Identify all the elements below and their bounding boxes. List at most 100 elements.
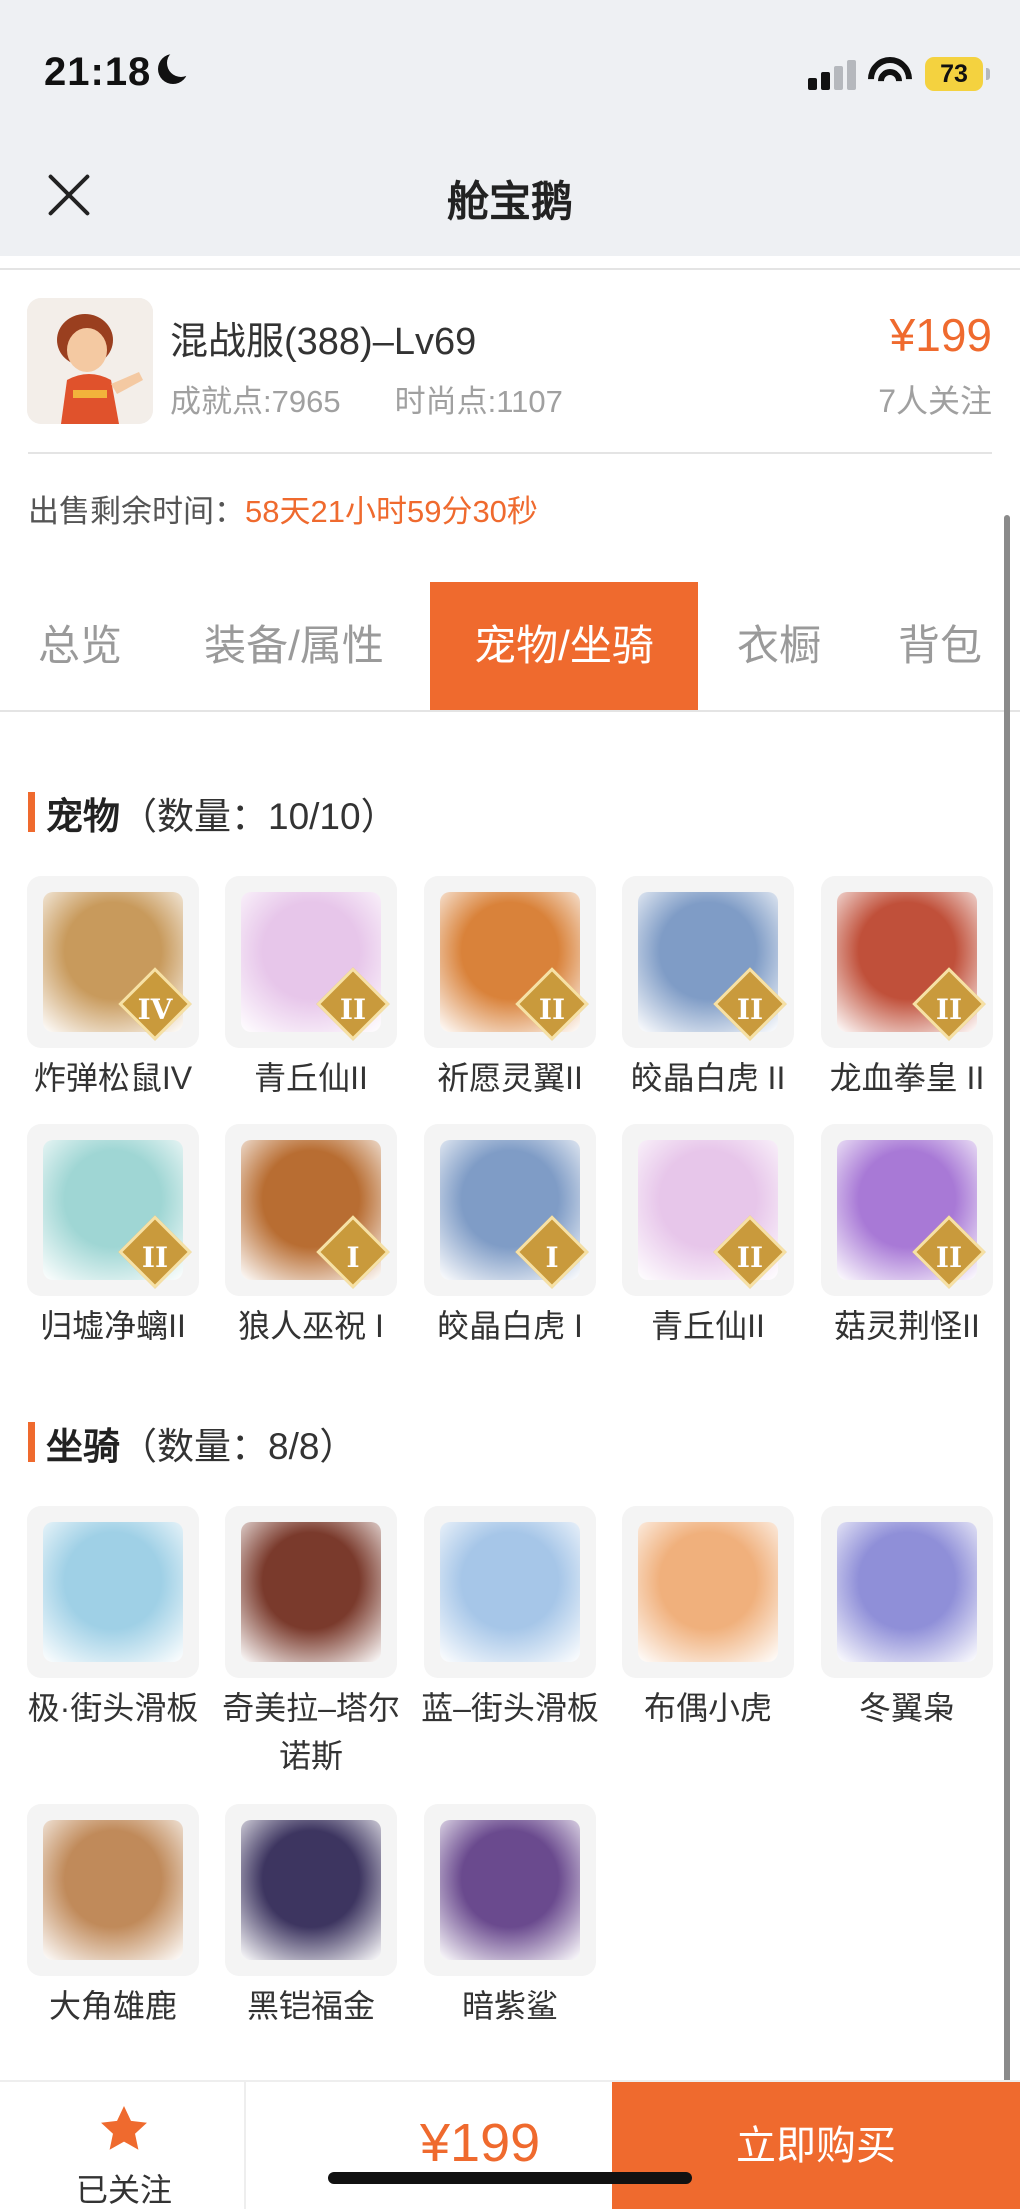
- pet-thumbnail: II: [424, 876, 596, 1048]
- battery-indicator: 73: [925, 57, 990, 91]
- home-indicator: [328, 2172, 692, 2184]
- divider: [244, 2082, 246, 2209]
- pet-thumbnail: I: [424, 1124, 596, 1296]
- achievement-points: 成就点:7965: [170, 384, 341, 419]
- buy-now-button[interactable]: 立即购买: [612, 2082, 1020, 2209]
- character-avatar: [27, 298, 153, 424]
- pet-thumbnail: I: [225, 1124, 397, 1296]
- page-title: 舱宝鹅: [446, 178, 573, 225]
- mount-name: 极·街头滑板: [27, 1690, 199, 1726]
- rank-badge-text: II: [339, 993, 367, 1026]
- mount-item[interactable]: 布偶小虎: [622, 1506, 794, 1732]
- follow-button[interactable]: 已关注: [70, 2102, 178, 2209]
- pet-item[interactable]: II 青丘仙II: [225, 876, 397, 1102]
- pet-item[interactable]: I 皎晶白虎 I: [424, 1124, 596, 1350]
- mount-name: 冬翼枭: [858, 1690, 955, 1726]
- mount-item[interactable]: 蓝–街头滑板: [421, 1506, 599, 1732]
- product-name: 混战服(388)–Lv69: [170, 321, 477, 363]
- mount-thumbnail: [27, 1804, 199, 1976]
- tab-backpack[interactable]: 背包: [870, 582, 1010, 710]
- pet-item[interactable]: II 皎晶白虎 II: [622, 876, 794, 1102]
- tab-equipment[interactable]: 装备/属性: [176, 582, 412, 710]
- pets-title: 宠物: [46, 796, 120, 837]
- remaining-time-label: 出售剩余时间：: [28, 494, 245, 529]
- mount-item[interactable]: 奇美拉–塔尔诺斯: [222, 1506, 400, 1780]
- pet-item[interactable]: II 祈愿灵翼II: [424, 876, 596, 1102]
- mount-item[interactable]: 大角雄鹿: [27, 1804, 199, 2030]
- mounts-section-title: 坐骑（数量：8/8）: [28, 1416, 356, 1470]
- divider: [0, 268, 1020, 270]
- creature-art: [43, 1820, 183, 1960]
- rank-badge-text: II: [141, 1241, 169, 1274]
- mounts-title: 坐骑: [46, 1426, 120, 1467]
- rank-badge-text: II: [736, 993, 764, 1026]
- star-icon: [101, 2106, 147, 2150]
- pet-name: 菇灵荆怪II: [834, 1308, 980, 1344]
- pet-name: 皎晶白虎 I: [437, 1308, 583, 1344]
- rank-badge-text: II: [538, 993, 566, 1026]
- pet-name: 龙血拳皇 II: [829, 1060, 985, 1096]
- pet-item[interactable]: II 龙血拳皇 II: [821, 876, 993, 1102]
- rank-badge-text: IV: [137, 993, 173, 1026]
- creature-art: [440, 1522, 580, 1662]
- tab-underline: [0, 710, 1020, 712]
- follower-count: 7人关注: [878, 383, 992, 419]
- pet-thumbnail: IV: [27, 876, 199, 1048]
- pet-thumbnail: II: [622, 1124, 794, 1296]
- divider: [28, 452, 992, 454]
- pet-thumbnail: II: [821, 876, 993, 1048]
- pet-name: 狼人巫祝 I: [238, 1308, 384, 1344]
- mount-name: 布偶小虎: [643, 1690, 772, 1726]
- mount-name: 暗紫鲨: [461, 1988, 558, 2024]
- mount-thumbnail: [424, 1506, 596, 1678]
- creature-art: [837, 1522, 977, 1662]
- fashion-points: 时尚点:1107: [394, 384, 563, 419]
- pet-name: 青丘仙II: [651, 1308, 765, 1344]
- pet-name: 青丘仙II: [254, 1060, 368, 1096]
- header-area: 21:18 73 舱宝鹅: [0, 0, 1020, 256]
- mount-thumbnail: [424, 1804, 596, 1976]
- mount-thumbnail: [27, 1506, 199, 1678]
- rank-badge-text: II: [935, 1241, 963, 1274]
- mount-item[interactable]: 冬翼枭: [821, 1506, 993, 1732]
- pet-thumbnail: II: [821, 1124, 993, 1296]
- tab-overview[interactable]: 总览: [0, 582, 160, 710]
- pet-thumbnail: II: [622, 876, 794, 1048]
- pet-item[interactable]: II 归墟净螭II: [27, 1124, 199, 1350]
- bottom-bar: 已关注 ¥199 立即购买: [0, 2080, 1020, 2209]
- mount-name: 奇美拉–塔尔诺斯: [222, 1690, 400, 1774]
- pet-thumbnail: II: [225, 876, 397, 1048]
- pet-item[interactable]: II 菇灵荆怪II: [821, 1124, 993, 1350]
- mount-thumbnail: [225, 1506, 397, 1678]
- pet-name: 皎晶白虎 II: [630, 1060, 786, 1096]
- pets-section-title: 宠物（数量：10/10）: [28, 786, 398, 840]
- rank-badge-text: I: [346, 1241, 360, 1274]
- mount-item[interactable]: 暗紫鲨: [424, 1804, 596, 2030]
- mount-item[interactable]: 黑铠福金: [225, 1804, 397, 2030]
- pet-item[interactable]: I 狼人巫祝 I: [225, 1124, 397, 1350]
- pet-name: 归墟净螭II: [40, 1308, 186, 1344]
- pet-item[interactable]: IV 炸弹松鼠IV: [27, 876, 199, 1102]
- pet-item[interactable]: II 青丘仙II: [622, 1124, 794, 1350]
- rank-badge-text: II: [935, 993, 963, 1026]
- mount-thumbnail: [821, 1506, 993, 1678]
- mounts-count: （数量：8/8）: [120, 1426, 357, 1467]
- product-price: ¥199: [889, 309, 992, 361]
- moon-icon: [158, 49, 195, 84]
- rank-badge-text: II: [736, 1241, 764, 1274]
- remaining-time: 出售剩余时间：58天21小时59分30秒: [28, 486, 538, 531]
- follow-label: 已关注: [75, 2172, 172, 2208]
- creature-art: [43, 1522, 183, 1662]
- creature-art: [241, 1522, 381, 1662]
- bottom-price: ¥199: [420, 2113, 541, 2173]
- mount-thumbnail: [225, 1804, 397, 1976]
- wifi-icon: [868, 55, 912, 91]
- product-stats: 成就点:7965 时尚点:1107: [170, 376, 563, 421]
- tab-wardrobe[interactable]: 衣橱: [716, 582, 842, 710]
- pet-thumbnail: II: [27, 1124, 199, 1296]
- tab-bar: 总览 装备/属性 宠物/坐骑 衣橱 背包: [0, 582, 1020, 710]
- mount-item[interactable]: 极·街头滑板: [27, 1506, 199, 1732]
- tab-pets-mounts[interactable]: 宠物/坐骑: [430, 582, 698, 710]
- mount-name: 蓝–街头滑板: [421, 1690, 599, 1726]
- creature-art: [241, 1820, 381, 1960]
